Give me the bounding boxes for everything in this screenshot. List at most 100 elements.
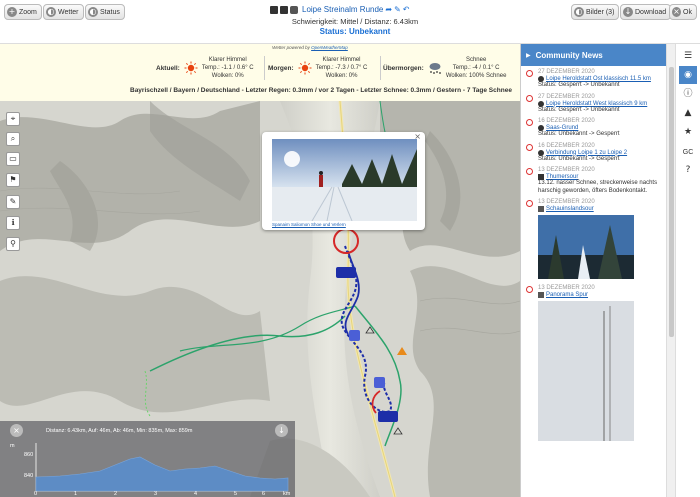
sun-icon xyxy=(184,61,198,75)
map[interactable]: ⌖ ⌕ ▭ ⚑ ✎ ℹ ⚲ × Spanaim Saliomon Shoe un… xyxy=(0,101,520,497)
community-news-header[interactable]: ▶ Community News xyxy=(521,44,666,66)
weather-button[interactable]: ◐ Wetter xyxy=(43,4,84,20)
news-photo[interactable] xyxy=(538,215,634,279)
news-scrollbar[interactable] xyxy=(666,44,675,497)
info-icon[interactable]: ⓘ xyxy=(679,85,697,103)
news-status: Status: Unbekannt -> Gesperrt xyxy=(538,131,620,137)
rss-icon[interactable]: ◉ xyxy=(679,66,697,84)
download-button[interactable]: ↓ Download xyxy=(620,4,672,20)
weather-region-summary: Bayrischzell / Bayern / Deutschland - Le… xyxy=(130,87,512,94)
timeline-dot xyxy=(526,119,533,126)
weather-current-temp: Temp.: -1.1 / 0.6° C xyxy=(201,65,254,71)
layers-icon[interactable]: ▭ xyxy=(6,152,20,166)
news-link-text[interactable]: Panorama Spur xyxy=(546,292,588,298)
weather-tomorrow-clouds: Wolken: 0% xyxy=(325,73,358,79)
status-icon xyxy=(538,149,544,156)
route-difficulty: Schwierigkeit: Mittel / Distanz: 6.43km xyxy=(291,17,419,26)
community-news-panel: ▶ Community News 27 DEZEMBER 2020 Loipe … xyxy=(520,44,666,497)
elevation-x-tick: 6 xyxy=(262,491,266,497)
help-icon[interactable]: ? xyxy=(679,161,697,179)
scrollbar-thumb[interactable] xyxy=(669,67,674,337)
locate-icon[interactable]: ⌖ xyxy=(6,112,20,126)
weather-divider xyxy=(380,56,381,80)
star-icon[interactable]: ★ xyxy=(679,123,697,141)
news-item: 27 DEZEMBER 2020 Loipe Heroldstatt West … xyxy=(526,94,666,115)
elevation-x-tick: 2 xyxy=(114,491,118,497)
weather-panel: Wetter powered by OpenWeatherMap Aktuell… xyxy=(0,44,520,101)
news-date: 16 DEZEMBER 2020 xyxy=(538,118,595,124)
ok-label: Ok xyxy=(683,8,692,16)
gc-label[interactable]: GC xyxy=(679,144,697,162)
elevation-x-tick: 4 xyxy=(194,491,198,497)
route-type-icon xyxy=(270,5,278,14)
news-link[interactable]: Panorama Spur xyxy=(538,292,666,298)
elevation-x-tick: 0 xyxy=(34,491,38,497)
collapse-icon[interactable]: ▶ xyxy=(526,52,531,59)
elevation-x-tick: 3 xyxy=(154,491,158,497)
news-status: Status: Gesperrt -> Unbekannt xyxy=(538,106,620,113)
weather-dayafter-temp: Temp.: -4 / 0.1° C xyxy=(452,65,500,71)
weather-powered-by: Wetter powered by OpenWeatherMap xyxy=(200,45,420,50)
back-icon[interactable]: ↶ xyxy=(403,5,410,14)
weather-icon: ◐ xyxy=(46,7,56,17)
flag-icon[interactable]: ⚑ xyxy=(6,173,20,187)
news-link-text[interactable]: Schauinslandsour xyxy=(546,206,594,212)
status-button[interactable]: ◐ Status xyxy=(85,4,125,20)
elevation-profile: × ↓ Distanz: 6.43km, Auf: 46m, Ab: 46m, … xyxy=(0,421,295,497)
weather-dayafter-label: Übermorgen: xyxy=(383,64,424,72)
news-item: 16 DEZEMBER 2020 Verbindung Loipe 1 zu L… xyxy=(526,143,666,164)
powered-prefix: Wetter powered by xyxy=(272,45,310,50)
image-icon[interactable]: ▲ xyxy=(679,104,697,122)
edit-icon[interactable]: ✎ xyxy=(394,5,401,14)
news-item: 27 DEZEMBER 2020 Loipe Heroldstatt Ost k… xyxy=(526,69,666,90)
timeline-dot xyxy=(526,168,533,175)
timeline-dot xyxy=(526,286,533,293)
image-icon xyxy=(538,292,544,298)
list-icon[interactable]: ☰ xyxy=(679,47,697,65)
weather-dayafter-desc: Schnee xyxy=(465,57,487,63)
elevation-x-tick: 1 xyxy=(74,491,78,497)
route-title[interactable]: Loipe Streinalm Runde xyxy=(302,5,383,14)
news-link-text[interactable]: Loipe Heroldstatt West klassisch 9 km xyxy=(546,101,647,107)
photo-image[interactable] xyxy=(272,139,417,221)
zoom-icon: + xyxy=(7,7,17,17)
search-icon[interactable]: ⌕ xyxy=(6,132,20,146)
snow-cloud-icon xyxy=(429,63,441,74)
timeline-dot xyxy=(526,70,533,77)
camera-icon[interactable] xyxy=(290,5,298,14)
weather-current-clouds: Wolken: 0% xyxy=(211,73,244,79)
powered-link[interactable]: OpenWeatherMap xyxy=(311,45,348,50)
photo-caption[interactable]: Spanaim Saliomon Shoe und Verlern xyxy=(272,222,346,227)
news-photo[interactable] xyxy=(538,301,634,441)
news-status: Status: Gesperrt -> Unbekannt xyxy=(538,82,620,88)
news-link[interactable]: Schauinslandsour xyxy=(538,206,666,212)
photo-popup[interactable]: × Spanaim Saliomon Shoe und Verlern xyxy=(262,132,425,230)
weather-dayafter-text: Schnee Temp.: -4 / 0.1° C Wolken: 100% S… xyxy=(446,56,507,80)
news-status: 13.12. nasser Schnee, streckenweise nach… xyxy=(538,180,658,194)
pictures-button[interactable]: ◐ Bilder (3) xyxy=(571,4,620,20)
news-status: Status: Unbekannt -> Gesperrt xyxy=(538,155,620,162)
draw-icon[interactable]: ✎ xyxy=(6,195,20,209)
pin-icon[interactable]: ⚲ xyxy=(6,237,20,251)
zoom-button[interactable]: + Zoom xyxy=(4,4,42,20)
elevation-x-tick: 5 xyxy=(234,491,238,497)
download-label: Download xyxy=(635,8,667,16)
route-title-row: Loipe Streinalm Runde ➦ ✎ ↶ xyxy=(270,4,440,15)
news-date: 27 DEZEMBER 2020 xyxy=(538,69,595,75)
news-link-text[interactable]: Verbindung Loipe 1 zu Loipe 2 xyxy=(546,150,627,156)
news-date: 16 DEZEMBER 2020 xyxy=(538,142,595,149)
ok-button[interactable]: × Ok xyxy=(669,4,697,20)
close-icon: × xyxy=(672,7,682,17)
news-link[interactable]: Loipe Heroldstatt West klassisch 9 km xyxy=(538,100,666,107)
zoom-label: Zoom xyxy=(19,8,37,16)
weather-current-label: Aktuell: xyxy=(156,64,180,72)
weather-current-desc: Klarer Himmel xyxy=(208,57,247,63)
news-item: 13 DEZEMBER 2020 Panorama Spur xyxy=(526,285,666,443)
pictures-icon: ◐ xyxy=(574,7,584,17)
news-item: 13 DEZEMBER 2020 Thumersour 13.12. nasse… xyxy=(526,167,666,195)
share-icon[interactable]: ➦ xyxy=(385,5,392,14)
info-icon[interactable]: ℹ xyxy=(6,216,20,230)
weather-current: Aktuell: Klarer Himmel Temp.: -1.1 / 0.6… xyxy=(156,54,254,82)
header: + Zoom ◐ Wetter ◐ Status Loipe Streinalm… xyxy=(0,0,700,44)
weather-tomorrow-label: Morgen: xyxy=(268,64,294,72)
